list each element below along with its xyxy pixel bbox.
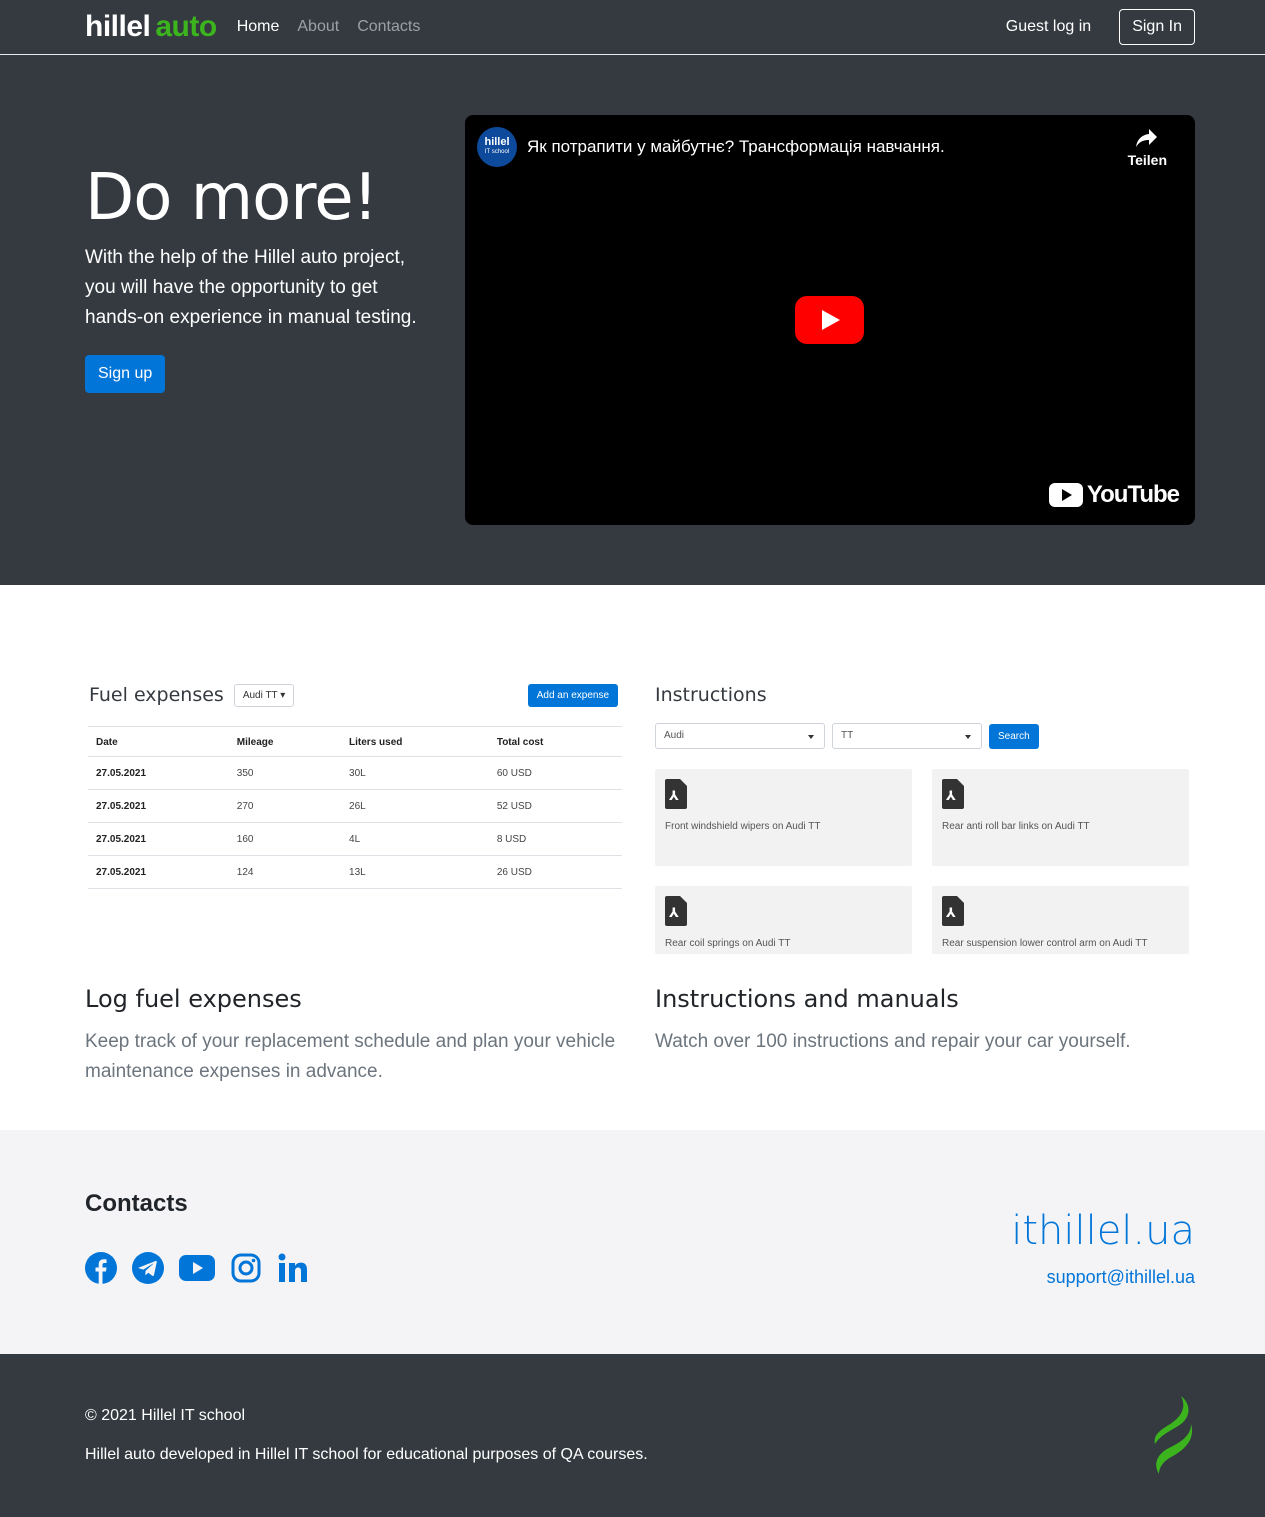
facebook-link[interactable] <box>85 1252 117 1284</box>
add-expense-button: Add an expense <box>527 683 618 707</box>
pdf-icon: ⅄ <box>942 779 964 809</box>
telegram-link[interactable] <box>132 1252 164 1284</box>
linkedin-icon <box>278 1253 307 1282</box>
instruction-card: ⅄ Front windshield wipers on Audi TT <box>655 769 912 866</box>
share-icon <box>1136 129 1158 147</box>
instruction-card: ⅄ Rear suspension lower control arm on A… <box>932 886 1189 954</box>
video-player[interactable]: hillel IT school Як потрапити у майбутнє… <box>465 115 1195 525</box>
youtube-link[interactable] <box>179 1252 215 1284</box>
youtube-icon <box>1048 483 1083 507</box>
cell-mileage: 124 <box>228 855 342 889</box>
facebook-icon <box>85 1252 117 1284</box>
footer: © 2021 Hillel IT school Hillel auto deve… <box>0 1354 1265 1517</box>
hillel-leaf-logo <box>1151 1394 1195 1479</box>
feature-instructions-text: Watch over 100 instructions and repair y… <box>655 1031 1131 1052</box>
col-cost: Total cost <box>488 726 622 757</box>
channel-sub: IT school <box>484 149 510 155</box>
channel-avatar[interactable]: hillel IT school <box>477 127 517 167</box>
contacts-section: Contacts ithillel.ua support@ithillel.ua <box>0 1130 1265 1354</box>
brand-select: Audi <box>655 723 825 749</box>
cell-date: 27.05.2021 <box>88 789 229 823</box>
support-email-link[interactable]: support@ithillel.ua <box>1047 1267 1195 1288</box>
youtube-wordmark: YouTube <box>1086 481 1180 508</box>
table-row: 27.05.2021 124 13L 26 USD <box>88 855 622 889</box>
instagram-icon <box>231 1253 261 1283</box>
cell-date: 27.05.2021 <box>88 756 229 790</box>
fuel-expenses-preview: Fuel expenses Audi TT ▾ Add an expense D… <box>85 680 630 965</box>
logo-main: hillel <box>85 10 151 43</box>
header: hillel auto Home About Contacts Guest lo… <box>0 0 1265 55</box>
car-select: Audi TT ▾ <box>233 683 295 707</box>
pdf-icon: ⅄ <box>942 896 964 926</box>
instructions-preview-title: Instructions <box>655 684 767 706</box>
nav-home[interactable]: Home <box>237 18 280 36</box>
cell-cost: 26 USD <box>488 855 622 889</box>
cell-date: 27.05.2021 <box>88 822 229 856</box>
guest-login-link[interactable]: Guest log in <box>1006 18 1091 36</box>
hero-title: Do more! <box>85 161 378 235</box>
instructions-preview: Instructions Audi TT Search ⅄ Front wind… <box>655 680 1200 965</box>
social-links <box>85 1252 309 1284</box>
nav-about[interactable]: About <box>297 18 339 36</box>
telegram-icon <box>132 1252 164 1284</box>
search-button: Search <box>989 723 1039 749</box>
instruction-card-label: Rear coil springs on Audi TT <box>665 938 791 949</box>
logo-accent: auto <box>155 10 217 43</box>
cell-liters: 26L <box>341 789 489 823</box>
contacts-title: Contacts <box>85 1190 188 1217</box>
share-label: Teilen <box>1127 152 1167 168</box>
table-row: 27.05.2021 160 4L 8 USD <box>88 822 622 856</box>
hero-description: With the help of the Hillel auto project… <box>85 246 417 328</box>
cell-cost: 52 USD <box>488 789 622 823</box>
instagram-link[interactable] <box>230 1252 262 1284</box>
linkedin-link[interactable] <box>277 1252 309 1284</box>
sign-up-button[interactable]: Sign up <box>85 354 166 393</box>
cell-date: 27.05.2021 <box>88 855 229 889</box>
sign-in-button[interactable]: Sign In <box>1119 9 1195 45</box>
video-title[interactable]: Як потрапити у майбутнє? Трансформація н… <box>527 137 945 157</box>
pdf-icon: ⅄ <box>665 779 687 809</box>
feature-fuel-heading: Log fuel expenses <box>85 985 302 1013</box>
car-select-label: Audi TT <box>242 689 278 701</box>
pdf-icon: ⅄ <box>665 896 687 926</box>
logo[interactable]: hillel auto <box>85 10 217 44</box>
instruction-card-label: Front windshield wipers on Audi TT <box>665 821 821 832</box>
table-row: 27.05.2021 270 26L 52 USD <box>88 789 622 823</box>
fuel-preview-title: Fuel expenses <box>89 684 224 706</box>
copyright: © 2021 Hillel IT school <box>85 1407 246 1424</box>
leaf-icon <box>1154 1396 1193 1474</box>
col-date: Date <box>88 726 229 757</box>
instruction-card: ⅄ Rear coil springs on Audi TT <box>655 886 912 954</box>
youtube-logo[interactable]: YouTube <box>1048 481 1180 509</box>
cell-liters: 30L <box>341 756 489 790</box>
col-liters: Liters used <box>341 726 489 757</box>
cell-liters: 13L <box>341 855 489 889</box>
features-section: Fuel expenses Audi TT ▾ Add an expense D… <box>0 585 1265 1130</box>
instruction-card-label: Rear suspension lower control arm on Aud… <box>942 938 1148 949</box>
cell-mileage: 350 <box>228 756 342 790</box>
feature-instructions-heading: Instructions and manuals <box>655 985 959 1013</box>
hero-section: Do more! With the help of the Hillel aut… <box>0 55 1265 585</box>
feature-instructions: Instructions and manuals Watch over 100 … <box>655 985 1200 1057</box>
instruction-card-label: Rear anti roll bar links on Audi TT <box>942 821 1090 832</box>
nav-contacts[interactable]: Contacts <box>357 18 420 36</box>
cell-cost: 60 USD <box>488 756 622 790</box>
feature-fuel-text: Keep track of your replacement schedule … <box>85 1031 616 1082</box>
feature-fuel: Log fuel expenses Keep track of your rep… <box>85 985 630 1087</box>
col-mileage: Mileage <box>228 726 342 757</box>
instruction-card: ⅄ Rear anti roll bar links on Audi TT <box>932 769 1189 866</box>
cell-mileage: 160 <box>228 822 342 856</box>
cell-mileage: 270 <box>228 789 342 823</box>
table-row: 27.05.2021 350 30L 60 USD <box>88 756 622 790</box>
site-link[interactable]: ithillel.ua <box>1011 1208 1195 1254</box>
expenses-table: Date Mileage Liters used Total cost 27.0… <box>88 726 622 889</box>
cell-liters: 4L <box>341 822 489 856</box>
play-button[interactable] <box>795 296 864 344</box>
share-button[interactable]: Teilen <box>1128 127 1167 168</box>
footer-note: Hillel auto developed in Hillel IT schoo… <box>85 1446 648 1463</box>
model-select: TT <box>832 723 982 749</box>
cell-cost: 8 USD <box>488 822 622 856</box>
main-nav: Home About Contacts <box>237 18 421 36</box>
youtube-icon <box>179 1255 215 1281</box>
